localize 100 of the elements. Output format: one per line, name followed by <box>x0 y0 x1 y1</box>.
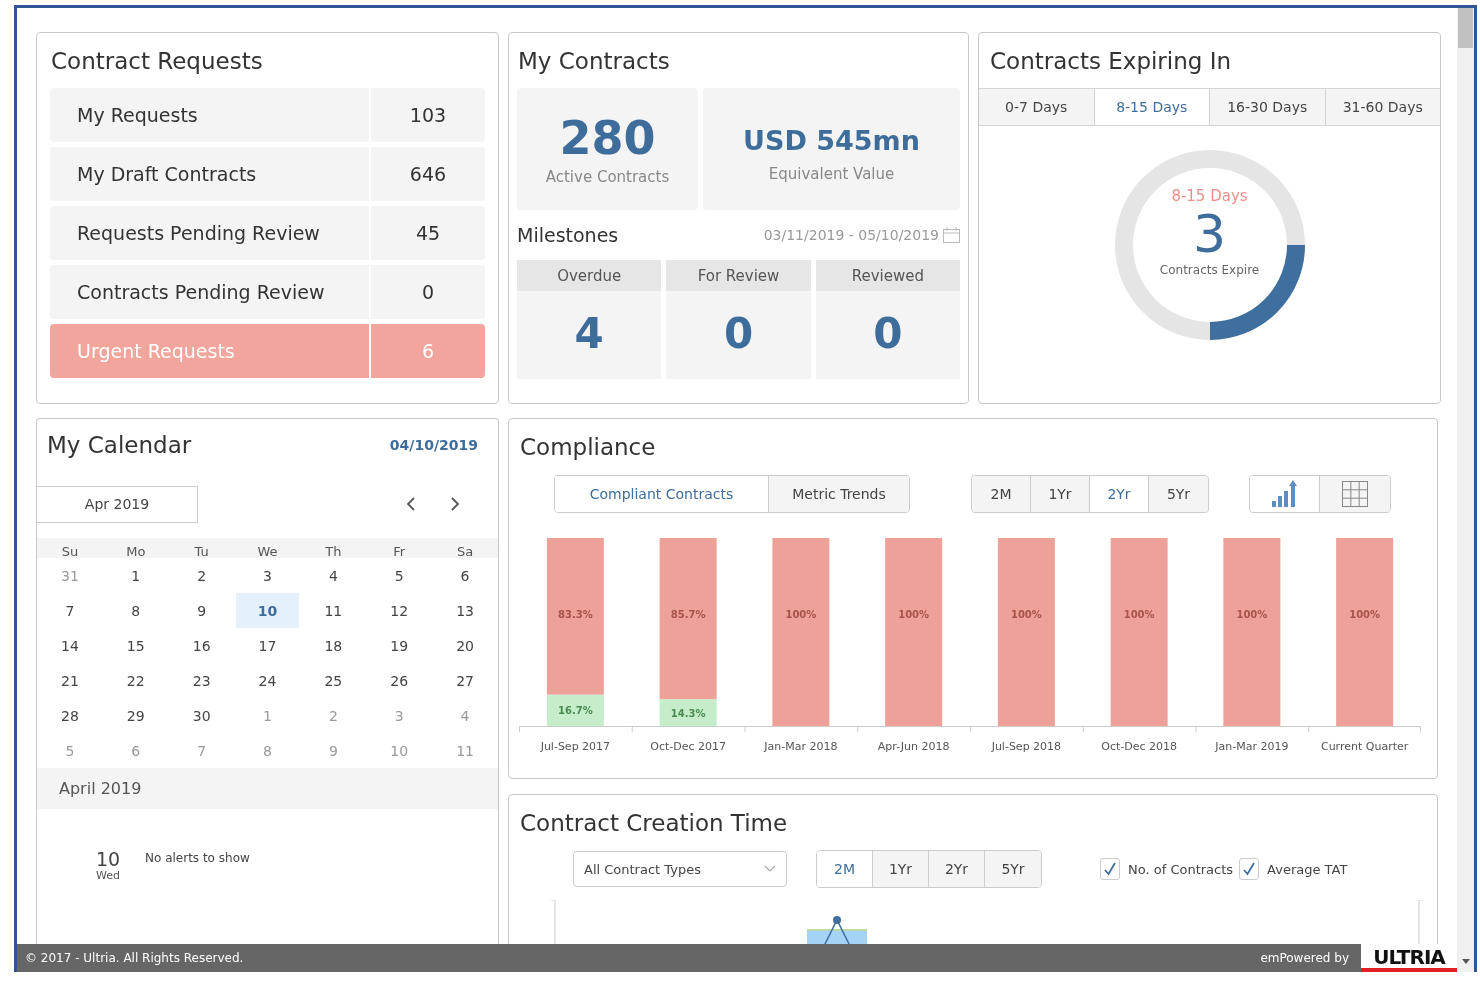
calendar-day[interactable]: 26 <box>367 663 432 698</box>
request-row[interactable]: Requests Pending Review 45 <box>50 206 485 260</box>
period-button[interactable]: 5Yr <box>1149 476 1208 512</box>
previous-icon[interactable] <box>405 496 417 512</box>
calendar-day[interactable]: 6 <box>433 558 497 593</box>
request-count: 646 <box>408 162 448 187</box>
calendar-day[interactable]: 22 <box>103 663 168 698</box>
scrollbar-thumb[interactable] <box>1458 8 1473 48</box>
milestone-value: 0 <box>872 308 904 360</box>
axis-label: Oct-Dec 2017 <box>650 740 726 753</box>
agenda-message: No alerts to show <box>145 851 250 865</box>
request-count: 0 <box>420 280 436 305</box>
checkbox[interactable] <box>1100 858 1120 880</box>
request-row[interactable]: My Draft Contracts 646 <box>50 147 485 201</box>
calendar-day[interactable]: 5 <box>367 558 432 593</box>
view-button[interactable] <box>1250 476 1320 512</box>
chart-bar[interactable] <box>659 538 717 700</box>
request-count: 103 <box>408 103 448 128</box>
calendar-icon[interactable] <box>943 227 960 243</box>
section-title: Milestones <box>517 224 619 246</box>
calendar-day[interactable]: 20 <box>433 628 497 663</box>
data-label: 100% <box>1349 609 1381 620</box>
request-row[interactable]: Contracts Pending Review 0 <box>50 265 485 319</box>
calendar-day[interactable]: 30 <box>169 698 234 733</box>
weekday-label: Th <box>324 543 343 558</box>
powered-by-text: emPowered by <box>1260 951 1349 965</box>
scroll-down-icon[interactable] <box>1461 959 1470 964</box>
calendar-day[interactable]: 4 <box>301 558 366 593</box>
milestone-card[interactable]: For Review 0 <box>666 260 811 379</box>
chart-bar[interactable] <box>546 694 604 726</box>
calendar-day[interactable]: 27 <box>433 663 497 698</box>
period-button[interactable]: 1Yr <box>873 851 929 887</box>
view-toggle[interactable]: Compliant Contracts <box>555 476 769 512</box>
calendar-day[interactable]: 23 <box>169 663 234 698</box>
chart-bar[interactable] <box>659 699 717 726</box>
tab[interactable]: 16-30 Days <box>1210 89 1326 125</box>
tab[interactable]: 0-7 Days <box>979 89 1095 125</box>
donut-label: 8-15 Days <box>1171 187 1248 205</box>
tab[interactable]: 31-60 Days <box>1325 89 1440 125</box>
current-date: 04/10/2019 <box>389 437 478 453</box>
month-selector[interactable]: Apr 2019 <box>37 485 198 523</box>
request-label: My Draft Contracts <box>50 147 371 201</box>
contract-type-dropdown[interactable]: All Contract Types <box>573 851 787 887</box>
milestone-label: Overdue <box>517 260 662 291</box>
milestone-card[interactable]: Overdue 4 <box>517 260 662 379</box>
period-button[interactable]: 1Yr <box>1031 476 1090 512</box>
axis-label: Current Quarter <box>1320 740 1409 753</box>
panel-title: My Contracts <box>517 47 671 76</box>
calendar-day[interactable]: 8 <box>103 593 168 628</box>
axis-label: Apr-Jun 2018 <box>877 740 950 753</box>
calendar-day[interactable]: 1 <box>103 558 168 593</box>
data-label: 16.7% <box>558 705 593 717</box>
scrollbar[interactable] <box>1457 8 1474 972</box>
calendar-day[interactable]: 13 <box>433 593 497 628</box>
data-label: 100% <box>785 609 817 620</box>
panel-title: Contract Creation Time <box>519 809 789 838</box>
view-button[interactable] <box>1320 476 1390 512</box>
donut-caption: Contracts Expire <box>1159 263 1260 277</box>
weekday-label: Su <box>60 543 80 558</box>
calendar-day[interactable]: 15 <box>103 628 168 663</box>
period-button[interactable]: 2M <box>817 851 873 887</box>
agenda-weekday: Wed <box>95 869 121 882</box>
calendar-day[interactable]: 12 <box>367 593 432 628</box>
calendar-day[interactable]: 18 <box>301 628 366 663</box>
request-label: Contracts Pending Review <box>50 265 371 319</box>
calendar-day[interactable]: 3 <box>235 558 300 593</box>
axis-label: Jul-Sep 2018 <box>991 740 1062 753</box>
request-label: Urgent Requests <box>50 324 371 378</box>
calendar-day[interactable]: 19 <box>367 628 432 663</box>
calendar-day[interactable]: 10 <box>235 593 300 628</box>
calendar-day[interactable]: 17 <box>235 628 300 663</box>
period-button[interactable]: 2Yr <box>929 851 985 887</box>
next-icon[interactable] <box>449 496 461 512</box>
calendar-day[interactable]: 2 <box>169 558 234 593</box>
calendar-day[interactable]: 24 <box>235 663 300 698</box>
period-button[interactable]: 2M <box>972 476 1031 512</box>
milestone-card[interactable]: Reviewed 0 <box>815 260 960 379</box>
calendar-day[interactable]: 9 <box>169 593 234 628</box>
period-button[interactable]: 5Yr <box>985 851 1041 887</box>
calendar-day[interactable]: 25 <box>301 663 366 698</box>
milestone-value: 0 <box>722 308 755 360</box>
stat-label: Equivalent Value <box>768 165 895 183</box>
copyright-text: © 2017 - Ultria. All Rights Reserved. <box>25 951 244 965</box>
calendar-day[interactable]: 11 <box>301 593 366 628</box>
weekday-label: Sa <box>455 543 475 558</box>
weekday-label: Fr <box>392 543 407 558</box>
panel-title: Contract Requests <box>50 47 264 76</box>
calendar-day[interactable]: 14 <box>38 628 102 663</box>
view-toggle[interactable]: Metric Trends <box>769 476 909 512</box>
calendar-day[interactable]: 21 <box>38 663 102 698</box>
agenda-day: 10 <box>71 849 145 869</box>
request-row[interactable]: My Requests 103 <box>50 88 485 142</box>
data-label: 100% <box>1236 609 1268 620</box>
calendar-day[interactable]: 16 <box>169 628 234 663</box>
data-label: 85.7% <box>670 609 706 620</box>
calendar-day[interactable]: 28 <box>38 698 102 733</box>
calendar-day[interactable]: 29 <box>103 698 168 733</box>
checkbox[interactable] <box>1239 858 1260 880</box>
calendar-day[interactable]: 7 <box>38 593 102 628</box>
request-count: 45 <box>414 221 442 246</box>
